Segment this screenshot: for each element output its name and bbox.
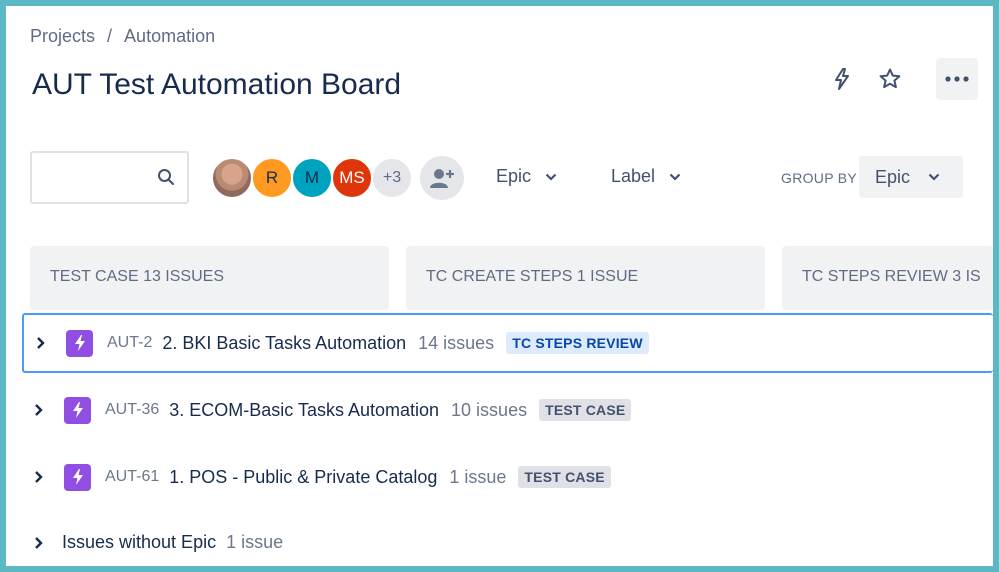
chevron-right-icon[interactable] <box>34 536 52 550</box>
group-by-value: Epic <box>875 166 911 187</box>
swimlane-aut-61[interactable]: AUT-61 1. POS - Public & Private Catalog… <box>22 447 993 507</box>
breadcrumb: Projects / Automation <box>30 26 215 47</box>
issue-count: 1 issue <box>449 466 507 487</box>
epic-title: 2. BKI Basic Tasks Automation <box>162 332 407 353</box>
epic-icon <box>66 329 93 357</box>
more-icon <box>945 76 969 82</box>
column-header-test-case: TEST CASE 13 ISSUES <box>30 246 389 310</box>
status-badge: TEST CASE <box>518 466 611 488</box>
label-filter-label: Label <box>611 166 656 186</box>
swimlane-aut-2[interactable]: AUT-2 2. BKI Basic Tasks Automation 14 i… <box>22 313 993 373</box>
group-by-label: GROUP BY <box>781 170 858 186</box>
avatar-m[interactable]: M <box>291 157 333 199</box>
add-person-icon <box>430 169 454 188</box>
avatar-more[interactable]: +3 <box>371 157 413 199</box>
avatar-initials: M <box>304 168 320 187</box>
epic-filter[interactable]: Epic <box>496 166 557 187</box>
page-title: AUT Test Automation Board <box>32 68 402 101</box>
chevron-right-icon[interactable] <box>36 336 54 350</box>
automation-button[interactable] <box>826 63 858 95</box>
avatar-ms[interactable]: MS <box>331 157 373 199</box>
epic-filter-label: Epic <box>496 166 532 186</box>
epic-icon <box>64 396 91 424</box>
star-button[interactable] <box>874 63 906 95</box>
status-badge: TEST CASE <box>539 399 632 421</box>
chevron-down-icon <box>545 173 557 181</box>
issue-count: 1 issue <box>226 532 284 552</box>
status-badge: TC STEPS REVIEW <box>506 332 649 354</box>
epic-key[interactable]: AUT-36 <box>105 401 159 419</box>
avatar-r[interactable]: R <box>251 157 293 199</box>
avatar-more-count: +3 <box>382 169 402 186</box>
lightning-icon <box>835 68 849 90</box>
breadcrumb-separator: / <box>107 26 113 46</box>
epic-title: 3. ECOM-Basic Tasks Automation <box>169 399 440 420</box>
chevron-down-icon <box>669 173 681 181</box>
label-filter[interactable]: Label <box>611 166 681 187</box>
add-people-button[interactable] <box>420 156 464 200</box>
board-frame: Projects / Automation AUT Test Automatio… <box>6 6 993 566</box>
column-header-tc-steps-review: TC STEPS REVIEW 3 IS <box>782 246 993 310</box>
avatar-initials: MS <box>339 168 365 187</box>
no-epic-label: Issues without Epic <box>62 532 217 552</box>
epic-key[interactable]: AUT-2 <box>107 334 152 352</box>
swimlane-no-epic[interactable]: Issues without Epic 1 issue <box>34 532 295 553</box>
chevron-right-icon[interactable] <box>34 403 52 417</box>
group-by-select[interactable]: Epic <box>859 156 963 198</box>
epic-icon <box>64 463 91 491</box>
issue-count: 10 issues <box>451 399 528 420</box>
breadcrumb-automation[interactable]: Automation <box>124 26 215 47</box>
more-actions-button[interactable] <box>936 58 978 100</box>
chevron-down-icon <box>928 173 940 181</box>
chevron-right-icon[interactable] <box>34 470 52 484</box>
avatar-photo[interactable] <box>211 157 253 199</box>
epic-key[interactable]: AUT-61 <box>105 468 159 486</box>
avatar-initials: R <box>265 168 279 187</box>
column-header-tc-create-steps: TC CREATE STEPS 1 ISSUE <box>406 246 765 310</box>
search-box[interactable] <box>30 151 189 204</box>
swimlane-aut-36[interactable]: AUT-36 3. ECOM-Basic Tasks Automation 10… <box>22 380 993 440</box>
avatar-group: R M MS +3 <box>211 156 413 200</box>
epic-title: 1. POS - Public & Private Catalog <box>169 466 438 487</box>
header-actions <box>826 58 978 100</box>
issue-count: 14 issues <box>418 332 495 353</box>
star-icon <box>879 68 901 89</box>
breadcrumb-projects[interactable]: Projects <box>30 26 95 47</box>
search-input[interactable] <box>32 153 152 202</box>
search-icon <box>158 169 174 185</box>
